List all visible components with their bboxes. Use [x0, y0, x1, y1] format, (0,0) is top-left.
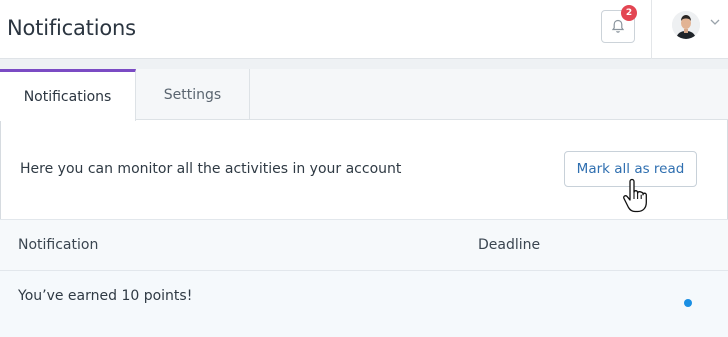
tab-bar: Notifications Settings — [0, 69, 728, 121]
header-divider — [651, 0, 652, 59]
bell-icon — [611, 19, 625, 33]
header-spacer — [0, 59, 728, 69]
notification-count-badge: 2 — [621, 5, 637, 21]
chevron-down-icon[interactable] — [710, 18, 720, 26]
notification-text: You’ve earned 10 points! — [18, 288, 193, 304]
unread-indicator — [684, 299, 692, 307]
column-header-notification: Notification — [18, 237, 99, 253]
page-title: Notifications — [7, 16, 136, 40]
tab-notifications[interactable]: Notifications — [0, 69, 136, 121]
avatar-image — [672, 11, 700, 39]
user-avatar[interactable] — [672, 11, 700, 39]
hand-cursor-icon — [623, 178, 647, 213]
info-description: Here you can monitor all the activities … — [20, 161, 402, 177]
table-header: Notification Deadline — [0, 219, 728, 271]
top-header: Notifications 2 — [0, 0, 728, 59]
table-row[interactable]: You’ve earned 10 points! — [0, 271, 728, 337]
tab-settings[interactable]: Settings — [136, 69, 250, 120]
column-header-deadline: Deadline — [478, 237, 541, 253]
